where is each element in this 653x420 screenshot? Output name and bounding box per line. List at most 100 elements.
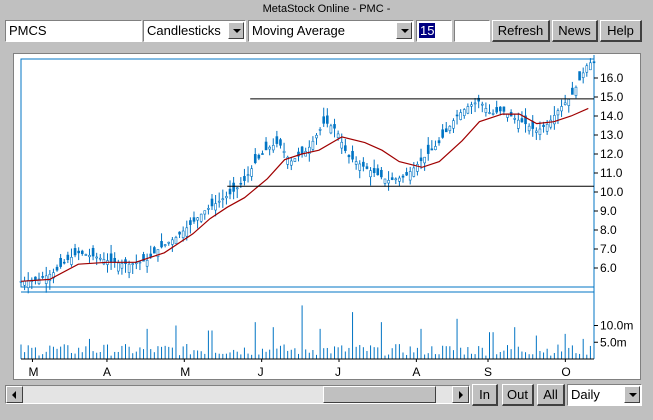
price-tick-label: 6.0 xyxy=(600,261,617,275)
candle-body xyxy=(279,139,282,146)
candle-body xyxy=(228,188,232,195)
candle-body xyxy=(250,168,253,177)
price-tick-label: 15.0 xyxy=(600,90,624,104)
candle-body xyxy=(178,231,181,235)
zoom-all-button[interactable]: All xyxy=(537,384,565,406)
indicator-value: Moving Average xyxy=(252,23,345,38)
chevron-down-icon[interactable] xyxy=(396,22,412,39)
candle-body xyxy=(390,177,394,180)
window-title: MetaStock Online - PMC - xyxy=(262,3,391,15)
candle-body xyxy=(455,114,459,117)
candle-body xyxy=(347,155,351,158)
price-tick-label: 9.0 xyxy=(600,204,617,218)
candle-body xyxy=(563,102,567,105)
refresh-button[interactable]: Refresh xyxy=(492,20,550,42)
month-label: M xyxy=(180,365,190,379)
candle-body xyxy=(315,134,318,139)
chevron-down-icon[interactable] xyxy=(624,386,640,403)
candle-body xyxy=(369,170,372,178)
candle-body xyxy=(394,178,398,181)
candle-body xyxy=(55,266,59,271)
candle-body xyxy=(246,174,250,176)
symbol-input[interactable]: PMCS xyxy=(5,20,142,42)
candle-body xyxy=(398,177,401,182)
candle-body xyxy=(358,163,362,171)
candle-body xyxy=(578,71,581,81)
candle-body xyxy=(549,119,553,128)
period-extra-input[interactable] xyxy=(454,20,490,42)
month-label: J xyxy=(335,365,341,379)
candle-body xyxy=(423,156,426,164)
price-chart[interactable]: 16.0 15.0 14.0 13.0 12.0 11.0 10.0 9.0 8.0 7.0 6.0… xyxy=(14,54,640,379)
candle-body xyxy=(488,112,491,114)
candle-body xyxy=(91,247,95,257)
symbol-value: PMCS xyxy=(9,23,47,38)
candle-body xyxy=(282,150,286,153)
periodicity-value: Daily xyxy=(571,387,600,402)
candle-body xyxy=(131,263,135,265)
periodicity-select[interactable]: Daily xyxy=(567,384,642,406)
moving-average-line xyxy=(20,107,589,282)
candle-body xyxy=(574,86,578,96)
candle-body xyxy=(585,65,589,73)
zoom-out-button[interactable]: Out xyxy=(502,384,534,406)
candle-body xyxy=(253,154,257,164)
scroll-right-icon[interactable] xyxy=(452,386,469,403)
help-button[interactable]: Help xyxy=(600,20,642,42)
candle-body xyxy=(452,120,455,129)
candle-body xyxy=(127,263,131,273)
candle-body xyxy=(232,182,235,192)
candle-body xyxy=(372,168,376,174)
price-panel xyxy=(20,58,595,288)
candle-body xyxy=(163,244,167,246)
candle-body xyxy=(495,107,498,113)
candle-body xyxy=(268,146,271,150)
candle-body xyxy=(322,116,326,124)
candle-body xyxy=(589,62,592,71)
period-input[interactable]: 15 xyxy=(416,20,452,42)
candle-body xyxy=(174,237,178,244)
candle-body xyxy=(542,124,545,127)
candle-body xyxy=(560,106,563,112)
candle-body xyxy=(444,128,448,133)
price-tick-label: 12.0 xyxy=(600,147,624,161)
candle-body xyxy=(124,259,127,265)
candle-body xyxy=(135,262,138,265)
scroll-thumb[interactable] xyxy=(323,386,436,403)
candle-body xyxy=(95,256,98,259)
candle-body xyxy=(531,121,535,129)
candle-body xyxy=(412,167,416,177)
candle-body xyxy=(88,254,91,258)
candle-body xyxy=(120,263,124,269)
month-label: J xyxy=(258,365,264,379)
candle-body xyxy=(553,115,556,125)
candle-body xyxy=(351,150,354,160)
candle-body xyxy=(171,239,174,245)
candle-body xyxy=(117,262,120,272)
period-value: 15 xyxy=(419,23,436,38)
candle-body xyxy=(434,146,437,150)
candle-body xyxy=(149,253,153,258)
candle-body xyxy=(581,72,585,78)
candle-body xyxy=(459,112,462,120)
month-label: A xyxy=(412,365,420,379)
scroll-left-icon[interactable] xyxy=(6,386,23,403)
candle-body xyxy=(102,259,106,265)
candle-body xyxy=(160,241,163,248)
zoom-in-button[interactable]: In xyxy=(472,384,498,406)
candle-body xyxy=(257,154,261,159)
candle-body xyxy=(167,241,171,244)
candle-body xyxy=(98,257,102,260)
candle-body xyxy=(480,103,484,106)
horizontal-scrollbar[interactable] xyxy=(5,385,470,404)
candle-body xyxy=(261,153,264,155)
chevron-down-icon[interactable] xyxy=(228,22,244,39)
indicator-select[interactable]: Moving Average xyxy=(248,20,414,42)
price-tick-label: 14.0 xyxy=(600,109,624,123)
news-button[interactable]: News xyxy=(552,20,598,42)
candle-body xyxy=(441,129,444,138)
chart-style-select[interactable]: Candlesticks xyxy=(143,20,246,42)
candle-body xyxy=(430,148,434,151)
candle-body xyxy=(354,161,358,165)
candle-body xyxy=(571,87,574,95)
